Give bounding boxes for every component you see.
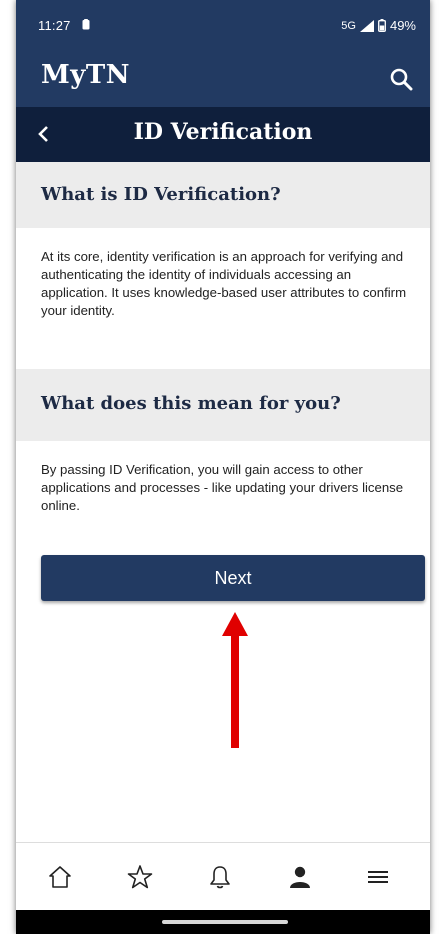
section-heading-what-is: What is ID Verification? (16, 162, 430, 228)
notification-icon (82, 19, 90, 30)
page-title: ID Verification (133, 119, 313, 145)
search-icon (390, 68, 413, 91)
battery-level: 49% (389, 18, 416, 33)
nav-notifications-button[interactable] (202, 859, 238, 895)
section-heading-what-means: What does this mean for you? (16, 369, 430, 441)
bell-icon (210, 866, 230, 889)
section-body-area: At its core, identity verification is an… (16, 228, 430, 369)
nav-favorites-button[interactable] (122, 859, 158, 895)
section-title: What does this mean for you? (41, 393, 341, 414)
brand-logo: MyTN (41, 60, 131, 90)
profile-icon (290, 866, 310, 888)
network-type: 5G (341, 19, 356, 32)
phone-frame: 11:27 5G 49% MyTN ID Verification What i… (16, 0, 430, 934)
nav-home-button[interactable] (42, 859, 78, 895)
section-text: By passing ID Verification, you will gai… (41, 462, 404, 513)
battery-icon (378, 19, 386, 32)
home-gesture-handle[interactable] (162, 920, 288, 924)
status-indicators: 5G 49% (341, 18, 416, 33)
star-icon (127, 865, 153, 889)
status-time: 11:27 (38, 18, 71, 33)
nav-menu-button[interactable] (360, 859, 396, 895)
app-header: MyTN (16, 50, 430, 107)
system-gesture-bar (16, 910, 430, 934)
section-text: At its core, identity verification is an… (41, 249, 407, 318)
hamburger-menu-icon (368, 871, 388, 883)
signal-icon (359, 19, 374, 32)
bottom-navigation (16, 842, 430, 911)
status-bar: 11:27 5G 49% (16, 0, 430, 50)
nav-profile-button[interactable] (282, 859, 318, 895)
next-button[interactable]: Next (41, 555, 425, 601)
home-icon (49, 866, 71, 888)
annotation-arrow-icon (222, 612, 248, 748)
page-title-bar: ID Verification (16, 107, 430, 162)
section-title: What is ID Verification? (41, 184, 281, 205)
search-button[interactable] (384, 62, 418, 96)
